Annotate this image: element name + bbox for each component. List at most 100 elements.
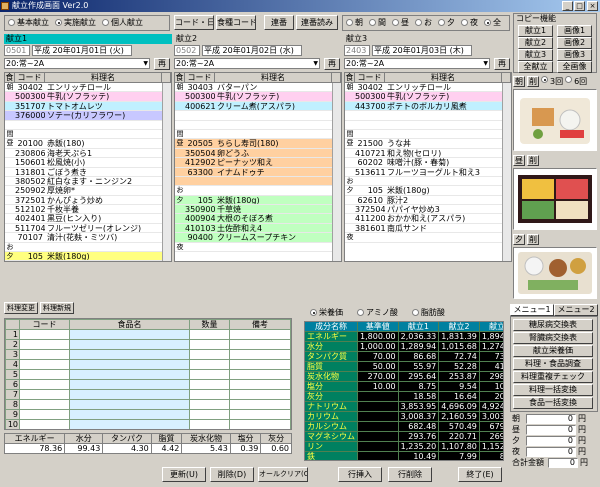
edit-cell[interactable] xyxy=(189,379,230,390)
panel-code-field[interactable]: 0501 xyxy=(4,45,30,56)
table-row[interactable]: 250902 厚焼卵* xyxy=(5,186,171,196)
edit-cell[interactable] xyxy=(189,359,230,370)
table-row[interactable]: 夜 xyxy=(345,233,511,243)
panel-code-field[interactable]: 0502 xyxy=(174,45,200,56)
panel-shoku-select[interactable]: 20:常~2A ▼ xyxy=(174,58,320,69)
minimize-button[interactable]: _ xyxy=(562,1,573,11)
yu-image-tab[interactable]: 夕 xyxy=(513,234,525,245)
edit-cell[interactable] xyxy=(69,409,190,420)
panel-title[interactable]: 献立1 xyxy=(4,34,172,44)
copy-button-6[interactable]: 全献立 xyxy=(518,61,553,73)
panel-date-field[interactable]: 平成 20年01月03日 (木) xyxy=(372,45,472,56)
table-row[interactable]: 60202 味噌汁(豚・春菊) xyxy=(345,158,511,168)
edit-cell[interactable] xyxy=(69,379,190,390)
edit-cell[interactable] xyxy=(69,339,190,350)
menu-button-6[interactable]: 食品一括変換 xyxy=(513,397,593,409)
table-row[interactable]: 間 xyxy=(345,129,511,140)
edit-cell[interactable] xyxy=(69,389,190,400)
edit-cell[interactable] xyxy=(19,399,70,410)
menu-button-3[interactable]: 料理・食品調査 xyxy=(513,358,593,370)
table-row[interactable]: お xyxy=(345,176,511,187)
edit-cell[interactable] xyxy=(19,359,70,370)
panel-date-field[interactable]: 平成 20年01月01日 (火) xyxy=(32,45,132,56)
table-row[interactable]: 350900 千草焼 xyxy=(175,205,341,215)
nutrient-mode-radio-2[interactable] xyxy=(411,309,419,316)
hiru-image-tab[interactable]: 昼 xyxy=(513,155,525,166)
edit-cell[interactable] xyxy=(19,349,70,360)
edit-cell[interactable] xyxy=(229,419,291,429)
panel-shoku-select[interactable]: 20:常~2A ▼ xyxy=(4,58,150,69)
edit-cell[interactable] xyxy=(19,389,70,400)
table-row[interactable]: 512102 千枚半養 xyxy=(5,205,171,215)
amount-value[interactable]: 0 xyxy=(526,447,576,457)
asa-image-tab[interactable]: 朝 xyxy=(513,76,525,87)
table-row[interactable] xyxy=(345,111,511,121)
mode-radio-2[interactable] xyxy=(102,19,109,26)
table-row[interactable]: 443700 ポテトのボルカリ風煮 xyxy=(345,101,511,112)
edit-cell[interactable] xyxy=(190,430,230,431)
edit-cell[interactable] xyxy=(189,419,230,429)
dish-list-scrollbar[interactable] xyxy=(332,83,341,261)
edit-cell[interactable] xyxy=(229,369,291,380)
meal-radio-6[interactable] xyxy=(484,19,491,26)
table-row[interactable]: 10 xyxy=(5,419,291,429)
table-row[interactable]: 朝 30402 エンリッチロール xyxy=(345,83,511,93)
table-row[interactable]: 500300 牛乳(ソフラッテ) xyxy=(5,92,171,102)
panel-reload-button[interactable]: 再 xyxy=(324,58,340,70)
table-row[interactable]: 9 xyxy=(5,409,291,420)
table-row[interactable]: 朝 30403 バターパン xyxy=(175,83,341,93)
table-row[interactable]: 230806 海老天ぷら1 xyxy=(5,148,171,159)
edit-cell[interactable] xyxy=(69,349,190,360)
delete-button[interactable]: 削除(D) xyxy=(210,467,254,482)
table-row[interactable]: 1 xyxy=(5,329,291,340)
table-row[interactable] xyxy=(175,176,341,187)
table-row[interactable]: 402401 黒豆(ヒン入り) xyxy=(5,214,171,224)
edit-cell[interactable] xyxy=(189,339,230,350)
table-row[interactable]: 500300 牛乳(ソフラッテ) xyxy=(345,92,511,102)
meal-radio-0[interactable] xyxy=(346,19,353,26)
table-row[interactable]: 131801 ごぼう煮き xyxy=(5,167,171,177)
edit-cell[interactable] xyxy=(69,329,190,340)
table-row[interactable]: 400904 大根のそぼろ煮 xyxy=(175,214,341,224)
dropdown-arrow-icon[interactable]: ▼ xyxy=(483,59,488,68)
three-times-radio[interactable] xyxy=(541,76,548,83)
maximize-button[interactable]: □ xyxy=(574,1,585,11)
edit-cell[interactable] xyxy=(229,409,291,420)
dish-new-button[interactable]: 料理新規 xyxy=(40,302,74,314)
table-row[interactable]: 376000 ソテー(カリフラワー) xyxy=(5,111,171,121)
table-row[interactable]: 62610 豚汁2 xyxy=(345,195,511,206)
table-row[interactable] xyxy=(175,120,341,130)
table-row[interactable]: 昼 20505 ちらし寿司(180) xyxy=(175,139,341,149)
table-row[interactable]: 夜 xyxy=(175,242,341,253)
table-row[interactable]: 412902 ピーナッツ和え xyxy=(175,158,341,168)
shokki-code-button[interactable]: 食種コード xyxy=(216,15,256,30)
all-clear-button[interactable]: オールクリア(C) xyxy=(258,467,308,482)
table-row[interactable]: 511704 フルーツゼリー(オレンジ) xyxy=(5,223,171,234)
mode-radio-0[interactable] xyxy=(8,19,15,26)
table-row[interactable]: 昼 20100 赤飯(180) xyxy=(5,139,171,149)
food-edit-grid[interactable]: コード食品名数量備考1234567891011 xyxy=(4,318,292,430)
edit-cell[interactable] xyxy=(19,339,70,350)
renban-button[interactable]: 連番 xyxy=(264,15,294,30)
table-row[interactable]: 5 xyxy=(5,369,291,380)
table-row[interactable]: 372501 かんぴょう炒め xyxy=(5,195,171,206)
table-row[interactable]: 11 xyxy=(6,430,291,431)
meal-radio-3[interactable] xyxy=(415,19,422,26)
amount-value[interactable]: 0 xyxy=(526,414,576,424)
table-row[interactable]: 410721 和え物(セロリ) xyxy=(345,148,511,159)
edit-cell[interactable] xyxy=(189,409,230,420)
copy-button-2[interactable]: 献立2 xyxy=(518,37,553,49)
edit-cell[interactable] xyxy=(189,369,230,380)
insert-row-button[interactable]: 行挿入 xyxy=(338,467,382,482)
code-date-button[interactable]: コード・日付 xyxy=(174,15,214,30)
table-row[interactable] xyxy=(345,120,511,130)
table-row[interactable]: お xyxy=(5,242,171,253)
dropdown-arrow-icon[interactable]: ▼ xyxy=(143,59,148,68)
meal-radio-5[interactable] xyxy=(461,19,468,26)
meal-radio-2[interactable] xyxy=(392,19,399,26)
table-row[interactable]: 朝 30402 エンリッチロール xyxy=(5,83,171,93)
table-row[interactable]: 6 xyxy=(5,379,291,390)
edit-cell[interactable] xyxy=(189,329,230,340)
table-row[interactable]: 夕 105 米飯(180g) xyxy=(5,252,171,261)
table-row[interactable]: 7 xyxy=(5,389,291,400)
